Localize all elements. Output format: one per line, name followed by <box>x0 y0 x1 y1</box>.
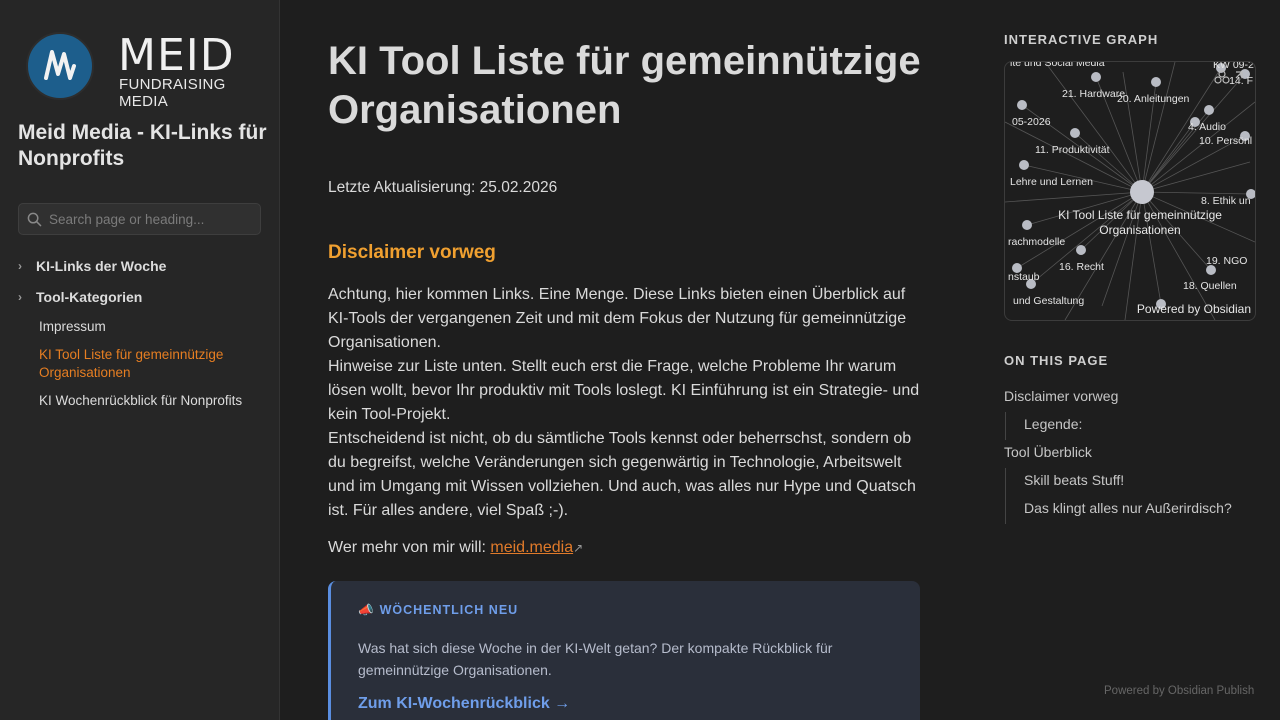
graph-node-label: 10. Persönl <box>1199 135 1252 147</box>
graph-node[interactable] <box>1091 72 1101 82</box>
graph-node-label: 19. NGO <box>1206 255 1247 267</box>
graph-node-label: 16. Recht <box>1059 261 1104 273</box>
interactive-graph[interactable]: ite und Social Media KW 09-2026 21. Hardwa… <box>1004 61 1256 321</box>
wochenrueckblick-link[interactable]: Zum KI-Wochenrückblick → <box>358 695 570 713</box>
external-link-icon: ↗ <box>573 541 584 555</box>
disclaimer-text: Achtung, hier kommen Links. Eine Menge. … <box>328 283 920 523</box>
contact-prefix: Wer mehr von mir will: <box>328 539 491 556</box>
page-title: KI Tool Liste für gemeinnützige Organisa… <box>328 39 921 132</box>
callout-heading: 📣 WÖCHENTLICH NEU <box>358 603 518 618</box>
nav-folder-ki-links[interactable]: › KI-Links der Woche <box>18 250 268 281</box>
paragraph: Entscheidend ist nicht, ob du sämtliche … <box>328 430 916 519</box>
nav-file-ki-tool-liste[interactable]: KI Tool Liste für gemeinnützige Organisa… <box>18 346 268 382</box>
graph-edge <box>1141 73 1246 193</box>
graph-node-label: 14. F <box>1229 75 1253 87</box>
left-sidebar: MEID FUNDRAISING MEDIA Meid Media - KI-L… <box>0 0 280 720</box>
search-input[interactable] <box>49 204 255 234</box>
graph-edge <box>1044 62 1143 193</box>
footer-powered-by[interactable]: Powered by Obsidian Publish <box>1104 685 1254 697</box>
graph-node-label: ite und Social Media <box>1010 62 1105 69</box>
callout-text: Was hat sich diese Woche in der KI-Welt … <box>358 640 833 678</box>
chevron-right-icon: › <box>18 258 22 273</box>
graph-node-label: Lehre und Lernen <box>1010 176 1093 188</box>
graph-edge <box>1141 191 1252 195</box>
graph-node-label: und Gestaltung <box>1013 295 1084 307</box>
last-updated: Letzte Aktualisierung: 25.02.2026 <box>328 179 558 196</box>
paragraph: Achtung, hier kommen Links. Eine Menge. … <box>328 286 907 351</box>
graph-node-label: 21. Hardware <box>1062 88 1125 100</box>
toc-item-tool-ueberblick[interactable]: Tool Überblick <box>1004 440 1260 468</box>
logo-subtitle: FUNDRAISING MEDIA <box>119 76 226 110</box>
nav-file-impressum[interactable]: Impressum <box>18 318 268 336</box>
graph-current-node-label: Organisationen <box>1099 223 1180 237</box>
nav-folder-tool-kategorien[interactable]: › Tool-Kategorien <box>18 281 268 312</box>
right-sidebar: INTERACTIVE GRAPH ite und Social Media KW… <box>1004 0 1264 720</box>
graph-node-label: rachmodelle <box>1008 236 1065 248</box>
graph-node[interactable] <box>1204 105 1214 115</box>
graph-heading: INTERACTIVE GRAPH <box>1004 32 1159 47</box>
graph-node[interactable] <box>1076 245 1086 255</box>
callout-title: WÖCHENTLICH NEU <box>379 603 519 617</box>
nav-folder-label: KI-Links der Woche <box>36 257 167 274</box>
site-title[interactable]: Meid Media - KI-Links für Nonprofits <box>18 120 268 172</box>
toc-item-ausserirdisch[interactable]: Das klingt alles nur Außerirdisch? <box>1005 496 1260 524</box>
toc-item-disclaimer[interactable]: Disclaimer vorweg <box>1004 384 1260 412</box>
nav-folder-label: Tool-Kategorien <box>36 288 143 305</box>
weekly-callout: 📣 WÖCHENTLICH NEU Was hat sich diese Woch… <box>328 581 920 720</box>
graph-node[interactable] <box>1019 160 1029 170</box>
toc-item-legende[interactable]: Legende: <box>1005 412 1260 440</box>
contact-line: Wer mehr von mir will: meid.media↗ <box>328 539 583 557</box>
graph-node-label: 05-2026 <box>1012 116 1051 128</box>
graph-node-label: 8. Ethik un <box>1201 195 1251 207</box>
site-logo[interactable]: MEID FUNDRAISING MEDIA <box>22 28 272 110</box>
graph-edge <box>1141 101 1255 193</box>
graph-node-label: 20. Anleitungen <box>1117 93 1190 105</box>
graph-node-label: KW 09-2026 <box>1213 62 1255 71</box>
graph-node-label: 11. Produktivität <box>1035 144 1110 156</box>
megaphone-icon: 📣 <box>358 603 375 617</box>
file-explorer: › KI-Links der Woche › Tool-Kategorien I… <box>18 250 268 420</box>
graph-node-label: 18. Quellen <box>1183 280 1237 292</box>
toc-heading: ON THIS PAGE <box>1004 353 1109 368</box>
logo-wordmark: MEID <box>118 30 235 81</box>
graph-canvas[interactable]: ite und Social Media KW 09-2026 21. Hardwa… <box>1005 62 1255 320</box>
graph-edge <box>1122 71 1143 193</box>
toc-item-skill-beats-stuff[interactable]: Skill beats Stuff! <box>1005 468 1260 496</box>
disclaimer-heading: Disclaimer vorweg <box>328 242 496 263</box>
graph-node[interactable] <box>1151 77 1161 87</box>
graph-current-node-label: KI Tool Liste für gemeinnützige <box>1058 208 1222 222</box>
meid-media-link[interactable]: meid.media <box>490 539 573 556</box>
search-box[interactable] <box>18 203 261 235</box>
table-of-contents: Disclaimer vorweg Legende: Tool Überblic… <box>1004 384 1260 524</box>
chevron-right-icon: › <box>18 289 22 304</box>
graph-node[interactable] <box>1017 100 1027 110</box>
graph-powered-by: Powered by Obsidian <box>1136 302 1251 316</box>
main-content: KI Tool Liste für gemeinnützige Organisa… <box>328 0 928 720</box>
logo-circle <box>26 32 94 100</box>
nav-file-wochenrueckblick[interactable]: KI Wochenrückblick für Nonprofits <box>18 392 268 410</box>
search-icon <box>27 212 42 227</box>
graph-edge <box>1005 191 1143 203</box>
graph-current-node[interactable] <box>1130 180 1154 204</box>
logo-mark-icon <box>44 50 76 80</box>
graph-node[interactable] <box>1022 220 1032 230</box>
paragraph: Hinweise zur Liste unten. Stellt euch er… <box>328 358 920 423</box>
graph-node-label: 4. Audio <box>1188 121 1226 133</box>
graph-node-label: nstaub <box>1008 271 1040 283</box>
graph-node[interactable] <box>1070 128 1080 138</box>
